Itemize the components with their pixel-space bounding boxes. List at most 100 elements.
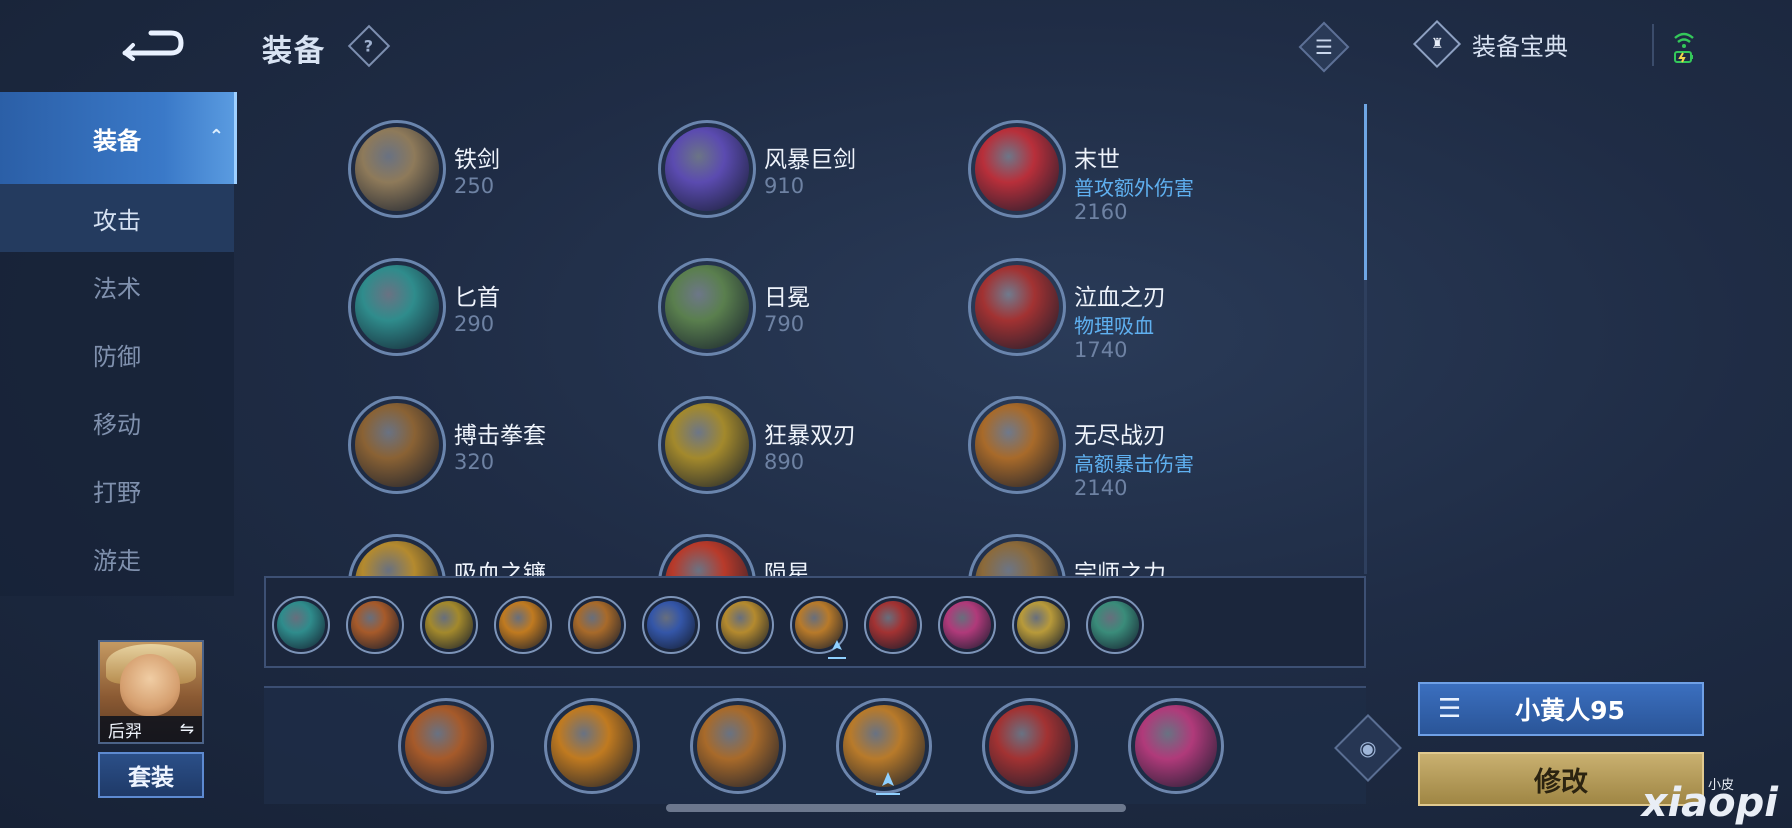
golden-armor-icon[interactable] <box>1012 596 1070 654</box>
item-name: 陨星 <box>764 561 810 578</box>
bloodweep-blade-icon[interactable] <box>864 596 922 654</box>
sidebar-item-label: 打野 <box>93 478 141 507</box>
network-battery-icon <box>1674 32 1694 63</box>
item-price: 790 <box>764 312 805 336</box>
boots-icon[interactable] <box>398 698 494 794</box>
sidebar-item-equipment[interactable]: 装备 ⌃ <box>0 92 237 184</box>
boots-icon[interactable] <box>346 596 404 654</box>
dagger-icon <box>348 258 446 356</box>
scythe-icon[interactable] <box>716 596 774 654</box>
codex-icon: ♜ <box>1412 19 1462 69</box>
item-price: 2140 <box>1074 476 1128 500</box>
list-view-button[interactable]: ☰ <box>1298 21 1350 73</box>
dagger-icon[interactable] <box>272 596 330 654</box>
pink-blade-icon[interactable] <box>938 596 996 654</box>
corona-icon <box>658 258 756 356</box>
item-card[interactable]: 吸血之镰 <box>348 534 648 578</box>
meteor-icon <box>658 534 756 578</box>
equipment-set-button[interactable]: 套装 <box>98 752 204 798</box>
current-build-row <box>264 686 1366 804</box>
doomsday-icon <box>968 120 1066 218</box>
watermark-text: xiaopi <box>1641 780 1778 826</box>
golden-blade-icon[interactable] <box>544 698 640 794</box>
hero-name-bar: 后羿 ⇋ <box>100 716 202 742</box>
hero-name: 后羿 <box>108 721 142 742</box>
item-card[interactable]: 铁剑 250 <box>348 120 648 240</box>
build-plan-button[interactable]: ☰ 小黄人95 <box>1418 682 1704 736</box>
sidebar-item-magic[interactable]: 法术 <box>0 252 234 320</box>
recommended-items-strip <box>264 576 1366 668</box>
item-price: 320 <box>454 450 495 474</box>
storm-blade-icon[interactable] <box>642 596 700 654</box>
item-card[interactable]: 匕首 290 <box>348 258 648 378</box>
item-price: 250 <box>454 174 495 198</box>
chevron-up-icon: ⌃ <box>208 126 224 147</box>
help-button[interactable]: ? <box>347 24 391 68</box>
sidebar-item-label: 法术 <box>93 274 141 303</box>
hero-avatar-card[interactable]: 后羿 ⇋ <box>98 640 204 744</box>
item-card[interactable]: 末世 普攻额外伤害 2160 <box>968 120 1268 240</box>
item-card[interactable]: 泣血之刃 物理吸血 1740 <box>968 258 1268 378</box>
item-tag: 物理吸血 <box>1074 314 1154 338</box>
golden-blade-icon[interactable] <box>494 596 552 654</box>
item-name: 泣血之刃 <box>1074 285 1166 311</box>
infinity-edge-icon[interactable] <box>690 698 786 794</box>
page-title: 装备 <box>262 34 326 69</box>
sidebar-item-label: 攻击 <box>93 206 141 235</box>
back-arrow-icon <box>122 30 184 61</box>
berserk-blades-icon[interactable] <box>420 596 478 654</box>
sidebar-item-attack[interactable]: 攻击 <box>0 184 234 252</box>
sidebar-item-label: 移动 <box>93 410 141 439</box>
sidebar-item-defense[interactable]: 防御 <box>0 320 234 388</box>
top-divider <box>1652 24 1654 66</box>
selected-marker-icon <box>876 772 900 795</box>
bloodweep-blade-icon <box>968 258 1066 356</box>
item-name: 匕首 <box>454 285 500 311</box>
list-icon: ☰ <box>1438 694 1462 724</box>
item-grid: 铁剑 250 风暴巨剑 910 末世 普攻额外伤害 2160 匕首 290 日冕… <box>240 100 1360 578</box>
item-card[interactable]: 日冕 790 <box>658 258 958 378</box>
item-price: 890 <box>764 450 805 474</box>
item-name: 狂暴双刃 <box>764 423 856 449</box>
item-card[interactable]: 狂暴双刃 890 <box>658 396 958 516</box>
list-icon: ☰ <box>1315 35 1333 59</box>
item-name: 风暴巨剑 <box>764 147 856 173</box>
vampire-scythe-icon <box>348 534 446 578</box>
iron-sword-icon <box>348 120 446 218</box>
infinity-edge-icon[interactable] <box>568 596 626 654</box>
sidebar-item-movement[interactable]: 移动 <box>0 388 234 456</box>
hero-face <box>120 654 180 716</box>
category-sidebar: 装备 ⌃ 攻击 法术 防御 移动 打野 游走 <box>0 92 237 596</box>
item-price: 2160 <box>1074 200 1128 224</box>
swap-icon: ⇋ <box>179 719 194 739</box>
sidebar-item-roam[interactable]: 游走 <box>0 524 234 592</box>
item-name: 末世 <box>1074 147 1120 173</box>
home-indicator <box>666 804 1126 812</box>
item-grid-scroll-thumb[interactable] <box>1364 104 1367 280</box>
bloodweep-blade-icon[interactable] <box>982 698 1078 794</box>
infinity-edge-icon <box>968 396 1066 494</box>
item-card[interactable]: 陨星 <box>658 534 958 578</box>
item-card[interactable]: 搏击拳套 320 <box>348 396 648 516</box>
item-tag: 高额暴击伤害 <box>1074 452 1194 476</box>
back-button[interactable] <box>112 20 192 66</box>
pink-blade-icon[interactable] <box>1128 698 1224 794</box>
storm-greatsword-icon <box>658 120 756 218</box>
item-card[interactable]: 风暴巨剑 910 <box>658 120 958 240</box>
item-card[interactable]: 无尽战刃 高额暴击伤害 2140 <box>968 396 1268 516</box>
item-card[interactable]: 宗师之力 <box>968 534 1268 578</box>
item-name: 无尽战刃 <box>1074 423 1166 449</box>
item-price: 290 <box>454 312 495 336</box>
watermark-logo: 小皮 xiaopi <box>1616 772 1792 828</box>
help-icon: ? <box>364 36 374 56</box>
sidebar-item-jungle[interactable]: 打野 <box>0 456 234 524</box>
item-name: 铁剑 <box>454 147 500 173</box>
item-name: 吸血之镰 <box>454 561 546 578</box>
green-boots-icon[interactable] <box>1086 596 1144 654</box>
sidebar-item-label: 装备 <box>93 126 141 155</box>
berserk-blades-icon <box>658 396 756 494</box>
sidebar-item-label: 防御 <box>93 342 141 371</box>
eye-icon: ◉ <box>1359 735 1377 760</box>
item-name: 搏击拳套 <box>454 423 546 449</box>
equipment-codex-button[interactable]: ♜ 装备宝典 <box>1412 19 1568 69</box>
